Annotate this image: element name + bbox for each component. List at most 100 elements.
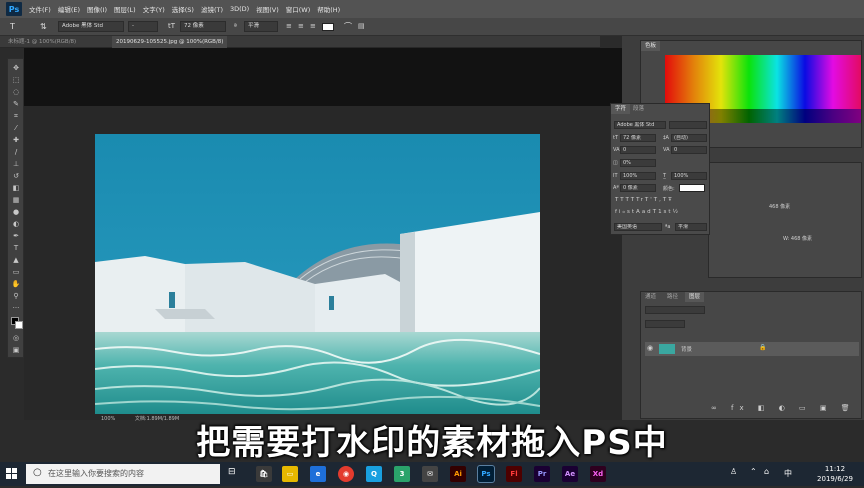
app-3-icon[interactable]: 3 [394,466,410,482]
eraser-tool-icon[interactable]: ◧ [10,183,22,193]
file-explorer-icon[interactable]: ▭ [282,466,298,482]
tab-untitled[interactable]: 未标题-1 @ 100%(RGB/8) [4,36,80,48]
character-panel-icon[interactable]: ▤ [358,21,365,32]
blend-mode-select[interactable] [645,320,685,328]
swatch-grid[interactable] [665,55,861,109]
char-tracking[interactable]: 0 [671,146,707,154]
healing-brush-tool-icon[interactable]: ✚ [10,135,22,145]
pen-tool-icon[interactable]: ✒ [10,231,22,241]
zoom-tool-icon[interactable]: ⚲ [10,291,22,301]
lasso-tool-icon[interactable]: ◌ [10,87,22,97]
char-font-family[interactable]: Adobe 黑体 Std [614,121,666,129]
mail-icon[interactable]: ✉ [422,466,438,482]
quick-mask-icon[interactable]: ◎ [10,333,22,343]
align-center-icon[interactable]: ≡ [298,21,304,32]
blur-tool-icon[interactable]: ● [10,207,22,217]
char-kerning[interactable]: 0 [620,146,656,154]
tab-photo[interactable]: 20190629-105525.jpg @ 100%(RGB/8) [112,36,228,48]
char-tsume[interactable]: 0% [620,159,656,167]
input-method-indicator[interactable]: 中 [784,468,792,479]
type-tool-icon[interactable]: T [10,243,22,253]
eye-icon[interactable]: ◉ [647,344,653,352]
char-language[interactable]: 美国英语 [614,223,662,231]
task-view-icon[interactable]: ⊟ [228,467,236,477]
background-color-swatch[interactable] [15,321,23,329]
char-horizontal-scale[interactable]: 100% [671,172,707,180]
history-brush-tool-icon[interactable]: ↺ [10,171,22,181]
system-clock[interactable]: 11:12 2019/6/29 [810,464,860,484]
char-color-swatch[interactable] [679,184,705,192]
path-select-tool-icon[interactable]: ▲ [10,255,22,265]
chrome-icon[interactable]: ◉ [338,466,354,482]
network-icon[interactable]: ⌂ [764,467,769,476]
brush-tool-icon[interactable]: / [10,147,22,157]
tab-character[interactable]: 字符 [611,104,631,114]
faux-style-buttons[interactable]: TTTTTrT'T,TŦ [615,197,707,203]
dodge-tool-icon[interactable]: ◐ [10,219,22,229]
premiere-icon[interactable]: Pr [534,466,550,482]
hand-tool-icon[interactable]: ✋ [10,279,22,289]
eyedropper-tool-icon[interactable]: ⁄ [10,123,22,133]
tab-paragraph[interactable]: 段落 [629,104,648,114]
font-style-select[interactable]: - [128,21,158,32]
quick-select-tool-icon[interactable]: ✎ [10,99,22,109]
tab-paths[interactable]: 路径 [663,292,682,302]
layers-footer-icons[interactable]: ∞ fx ◧ ◐ ▭ ▣ 🗑 [711,404,856,412]
char-vertical-scale[interactable]: 100% [620,172,656,180]
align-right-icon[interactable]: ≡ [310,21,316,32]
menu-edit[interactable]: 编辑(E) [58,4,80,14]
menu-view[interactable]: 视图(V) [256,4,279,14]
char-leading[interactable]: (自动) [671,134,707,142]
gradient-tool-icon[interactable]: ▦ [10,195,22,205]
menu-3d[interactable]: 3D(D) [230,5,249,13]
menu-image[interactable]: 图像(I) [87,4,107,14]
xd-icon[interactable]: Xd [590,466,606,482]
opentype-buttons[interactable]: fiℴstAadT1st½ [615,209,707,215]
menu-window[interactable]: 窗口(W) [286,4,311,14]
shape-tool-icon[interactable]: ▭ [10,267,22,277]
anti-alias-select[interactable]: 平滑 [244,21,278,32]
move-tool-icon[interactable]: ✥ [10,63,22,73]
char-anti-alias[interactable]: 平滑 [675,223,707,231]
taskbar-search-input[interactable]: 在这里输入你要搜索的内容 [26,464,220,484]
acrobat-icon[interactable]: Fl [506,466,522,482]
clone-stamp-tool-icon[interactable]: ⊥ [10,159,22,169]
marquee-tool-icon[interactable]: ⬚ [10,75,22,85]
type-tool-icon[interactable]: T [10,21,15,32]
char-font-style[interactable] [669,121,707,129]
edge-icon[interactable]: e [310,466,326,482]
layer-name[interactable]: 背景 [681,345,692,353]
align-left-icon[interactable]: ≡ [286,21,292,32]
text-color-swatch[interactable] [322,23,334,31]
font-size-select[interactable]: 72 像素 [180,21,226,32]
more-tools-icon[interactable]: ··· [10,303,22,313]
menu-layer[interactable]: 图层(L) [114,4,136,14]
store-icon[interactable]: 🛍 [256,466,272,482]
menu-type[interactable]: 文字(Y) [143,4,165,14]
crop-tool-icon[interactable]: ⌗ [10,111,22,121]
tray-chevron-icon[interactable]: ⌃ [750,467,757,476]
font-family-select[interactable]: Adobe 黑体 Std [58,21,124,32]
after-effects-icon[interactable]: Ae [562,466,578,482]
char-font-size[interactable]: 72 像素 [620,134,656,142]
search-app-icon[interactable]: Q [366,466,382,482]
text-orientation-icon[interactable]: ⇅ [40,21,47,32]
people-icon[interactable]: ♙ [730,467,737,476]
tab-layers[interactable]: 图层 [685,292,705,302]
menu-help[interactable]: 帮助(H) [317,4,340,14]
illustrator-icon[interactable]: Ai [450,466,466,482]
vertical-scale-icon: IT [613,173,618,179]
document-canvas[interactable] [95,134,540,414]
photoshop-taskbar-icon[interactable]: Ps [477,465,495,483]
menu-filter[interactable]: 滤镜(T) [201,4,223,14]
screen-mode-icon[interactable]: ▣ [10,345,22,355]
layer-filter[interactable] [645,306,705,314]
menu-select[interactable]: 选择(S) [172,4,194,14]
char-baseline[interactable]: 0 像素 [620,184,656,192]
tab-swatches[interactable]: 色板 [641,41,661,51]
tab-channels[interactable]: 通道 [641,292,660,302]
layer-row-background[interactable]: ◉ 背景 🔒 [645,342,859,356]
start-button[interactable] [0,462,24,486]
warp-text-icon[interactable]: ⌒ [344,21,352,32]
menu-file[interactable]: 文件(F) [29,4,51,14]
